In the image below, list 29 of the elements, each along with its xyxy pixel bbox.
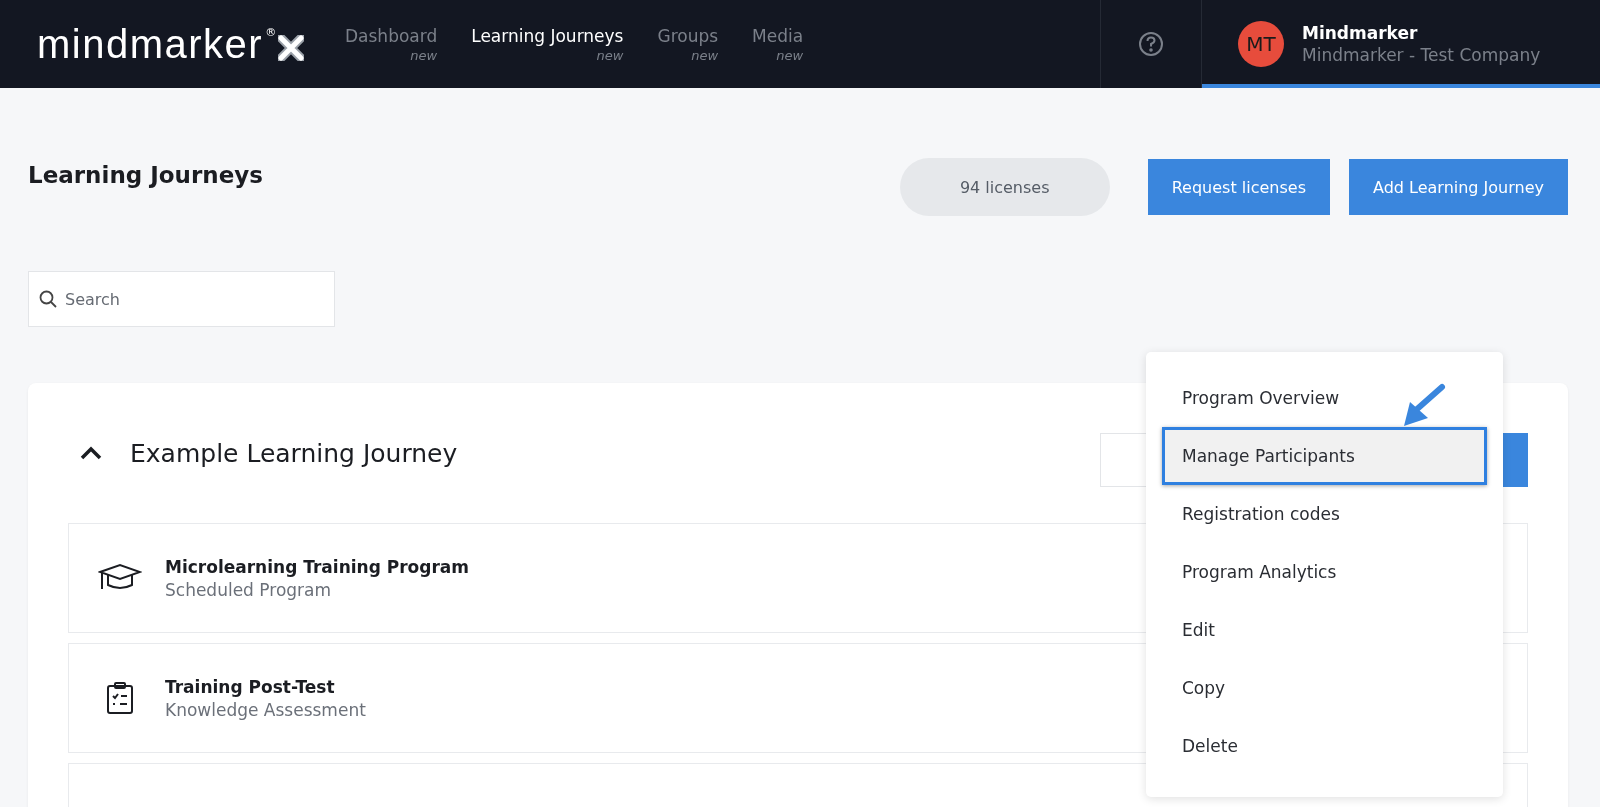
item-type: Scheduled Program <box>165 579 333 600</box>
x-logo-icon <box>278 35 305 61</box>
search-field[interactable]: Search <box>28 271 335 327</box>
user-name: Mindmarker <box>1302 23 1419 43</box>
nav-tab[interactable]: Learning Journeys new <box>471 25 624 63</box>
action-button[interactable]: Add Learning Journey <box>1349 159 1568 215</box>
item-title: Training Post-Test <box>165 676 336 697</box>
action-button[interactable]: Request licenses <box>1147 159 1330 215</box>
help-icon[interactable] <box>1138 31 1164 57</box>
menu-item[interactable]: Program Overview <box>1162 369 1487 427</box>
nav-tab[interactable]: Dashboard new <box>345 25 438 63</box>
item-type: Knowledge Assessment <box>165 699 366 720</box>
registered-mark: ® <box>265 26 277 39</box>
nav-tab[interactable]: Media new <box>752 25 804 63</box>
avatar: MT <box>1238 21 1284 67</box>
journey-title: Example Learning Journey <box>130 438 459 468</box>
page-title: Learning Journeys <box>28 162 264 188</box>
logo-text: mindmarker <box>37 21 264 67</box>
chevron-up-icon[interactable] <box>80 446 102 460</box>
clipboard-checklist-icon <box>106 681 134 715</box>
search-icon <box>39 290 57 308</box>
company-name: Mindmarker - Test Company <box>1302 45 1541 65</box>
item-title: Microlearning Training Program <box>165 556 469 577</box>
menu-item[interactable]: Manage Participants <box>1162 427 1487 485</box>
nav-tab[interactable]: Groups new <box>657 25 719 63</box>
menu-item[interactable]: Copy <box>1162 659 1487 717</box>
user-menu[interactable]: MT Mindmarker Mindmarker - Test Company <box>1202 0 1600 88</box>
menu-item[interactable]: Program Analytics <box>1162 543 1487 601</box>
license-count: 94 licenses <box>899 158 1110 216</box>
